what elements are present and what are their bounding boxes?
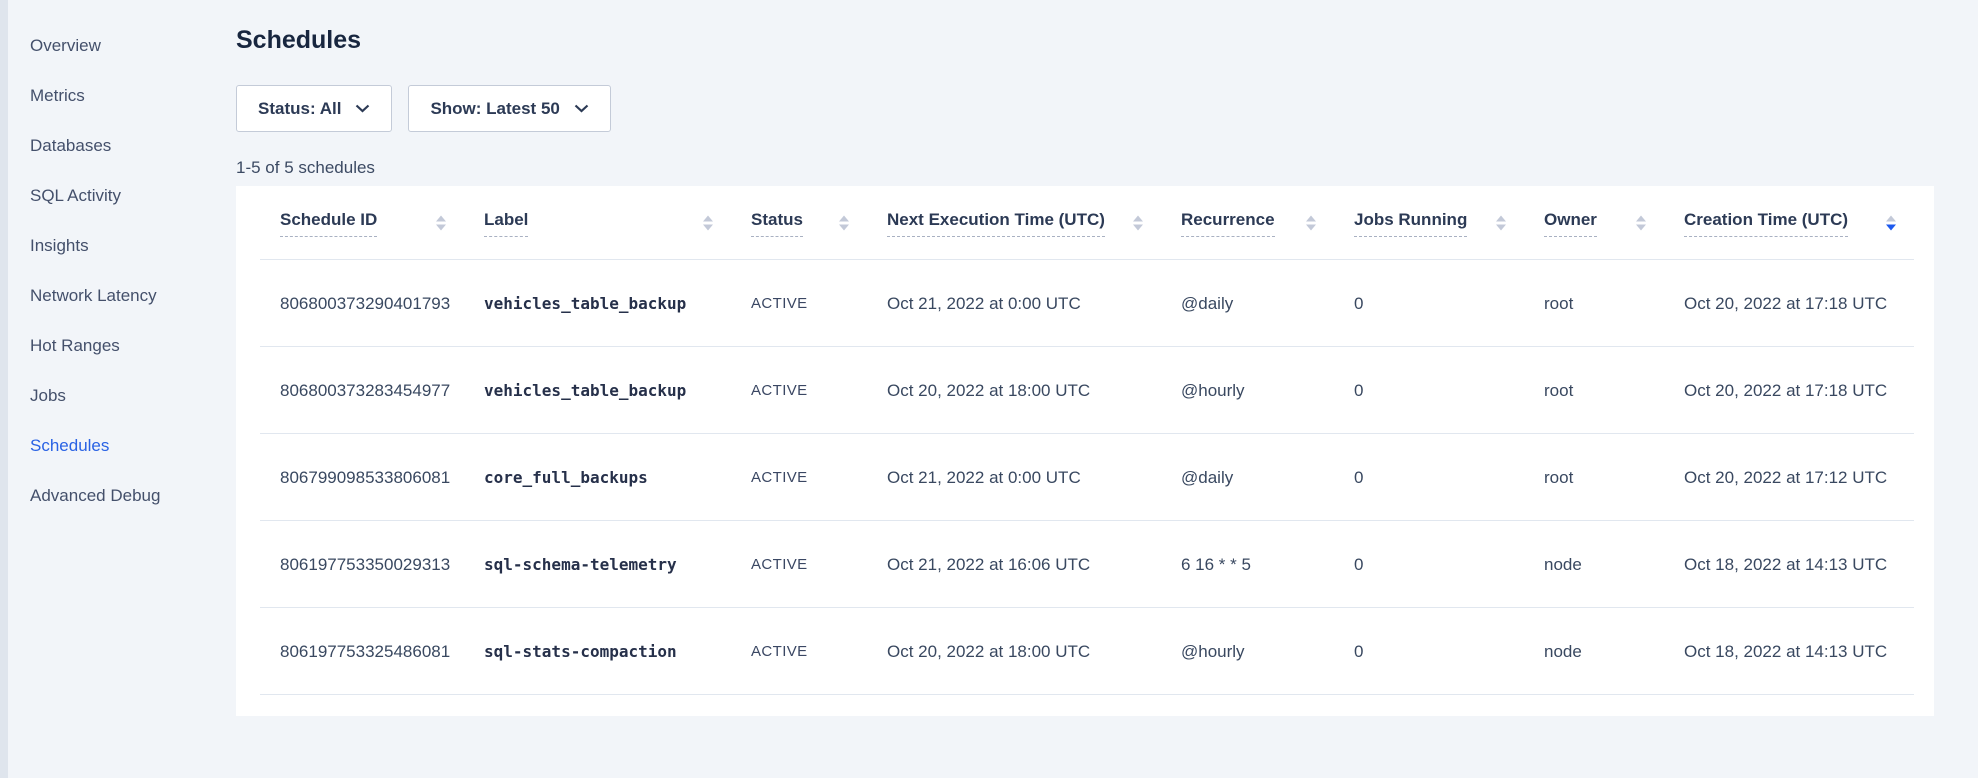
column-header-label: Owner <box>1544 210 1597 237</box>
table-row: 806197753325486081 sql-stats-compaction … <box>236 608 1934 695</box>
sort-arrows-icon <box>1496 216 1506 231</box>
cell-schedule-id: 806197753350029313 <box>236 521 484 608</box>
cell-status: ACTIVE <box>751 347 887 434</box>
cell-status: ACTIVE <box>751 608 887 695</box>
table-row: 806799098533806081 core_full_backups ACT… <box>236 434 1934 521</box>
table-row: 806800373283454977 vehicles_table_backup… <box>236 347 1934 434</box>
chevron-down-icon <box>574 104 589 113</box>
sort-arrows-icon <box>436 216 446 231</box>
sort-arrow-down-active-icon <box>1886 216 1896 231</box>
column-header-label: Status <box>751 210 803 237</box>
cell-next-execution: Oct 20, 2022 at 18:00 UTC <box>887 608 1181 695</box>
schedules-table: Schedule ID Label Status Next Execution … <box>236 186 1934 716</box>
filter-bar: Status: All Show: Latest 50 <box>236 85 611 132</box>
cell-schedule-id: 806799098533806081 <box>236 434 484 521</box>
sidebar-item-databases[interactable]: Databases <box>8 121 236 171</box>
cell-status: ACTIVE <box>751 521 887 608</box>
sidebar-nav: Overview Metrics Databases SQL Activity … <box>8 0 236 521</box>
sort-arrows-icon <box>1636 216 1646 231</box>
column-header-jobs-running[interactable]: Jobs Running <box>1354 186 1544 260</box>
cell-schedule-id: 806800373290401793 <box>236 260 484 347</box>
sort-arrows-icon <box>839 216 849 231</box>
table-header-row: Schedule ID Label Status Next Execution … <box>236 186 1934 260</box>
cell-recurrence: 6 16 * * 5 <box>1181 521 1354 608</box>
column-header-owner[interactable]: Owner <box>1544 186 1684 260</box>
cell-recurrence: @daily <box>1181 434 1354 521</box>
cell-label: vehicles_table_backup <box>484 347 751 434</box>
cell-status: ACTIVE <box>751 260 887 347</box>
sort-arrows-icon <box>703 216 713 231</box>
cell-recurrence: @hourly <box>1181 608 1354 695</box>
sort-arrows-icon <box>1133 216 1143 231</box>
column-header-label: Creation Time (UTC) <box>1684 210 1848 237</box>
cell-next-execution: Oct 21, 2022 at 16:06 UTC <box>887 521 1181 608</box>
sort-arrows-icon <box>1306 216 1316 231</box>
cell-next-execution: Oct 21, 2022 at 0:00 UTC <box>887 260 1181 347</box>
sidebar-item-sql-activity[interactable]: SQL Activity <box>8 171 236 221</box>
column-header-label: Jobs Running <box>1354 210 1467 237</box>
column-header-schedule-id[interactable]: Schedule ID <box>236 186 484 260</box>
cell-label: sql-stats-compaction <box>484 608 751 695</box>
sidebar-item-hot-ranges[interactable]: Hot Ranges <box>8 321 236 371</box>
results-count: 1-5 of 5 schedules <box>236 158 375 178</box>
window-left-edge <box>0 0 8 778</box>
cell-jobs-running: 0 <box>1354 260 1544 347</box>
cell-creation-time: Oct 20, 2022 at 17:12 UTC <box>1684 434 1934 521</box>
cell-owner: root <box>1544 347 1684 434</box>
cell-owner: node <box>1544 608 1684 695</box>
cell-label: sql-schema-telemetry <box>484 521 751 608</box>
column-header-next-execution[interactable]: Next Execution Time (UTC) <box>887 186 1181 260</box>
page-title: Schedules <box>236 26 361 55</box>
column-header-recurrence[interactable]: Recurrence <box>1181 186 1354 260</box>
column-header-label: Next Execution Time (UTC) <box>887 210 1105 237</box>
sidebar-item-overview[interactable]: Overview <box>8 21 236 71</box>
cell-owner: root <box>1544 434 1684 521</box>
cell-owner: node <box>1544 521 1684 608</box>
sidebar-item-metrics[interactable]: Metrics <box>8 71 236 121</box>
sidebar-item-jobs[interactable]: Jobs <box>8 371 236 421</box>
cell-recurrence: @hourly <box>1181 347 1354 434</box>
sidebar-item-network-latency[interactable]: Network Latency <box>8 271 236 321</box>
status-filter-label: Status: All <box>258 99 341 119</box>
chevron-down-icon <box>355 104 370 113</box>
cell-jobs-running: 0 <box>1354 521 1544 608</box>
column-header-label: Label <box>484 210 528 237</box>
column-header-status[interactable]: Status <box>751 186 887 260</box>
table-row: 806800373290401793 vehicles_table_backup… <box>236 260 1934 347</box>
column-header-label: Recurrence <box>1181 210 1275 237</box>
column-header-label: Schedule ID <box>280 210 377 237</box>
show-filter-label: Show: Latest 50 <box>430 99 559 119</box>
cell-schedule-id: 806800373283454977 <box>236 347 484 434</box>
cell-creation-time: Oct 20, 2022 at 17:18 UTC <box>1684 347 1934 434</box>
status-filter-dropdown[interactable]: Status: All <box>236 85 392 132</box>
cell-schedule-id: 806197753325486081 <box>236 608 484 695</box>
column-header-label[interactable]: Label <box>484 186 751 260</box>
cell-label: vehicles_table_backup <box>484 260 751 347</box>
cell-next-execution: Oct 20, 2022 at 18:00 UTC <box>887 347 1181 434</box>
cell-jobs-running: 0 <box>1354 608 1544 695</box>
cell-label: core_full_backups <box>484 434 751 521</box>
show-filter-dropdown[interactable]: Show: Latest 50 <box>408 85 610 132</box>
sidebar-item-insights[interactable]: Insights <box>8 221 236 271</box>
cell-creation-time: Oct 18, 2022 at 14:13 UTC <box>1684 608 1934 695</box>
cell-status: ACTIVE <box>751 434 887 521</box>
cell-recurrence: @daily <box>1181 260 1354 347</box>
sidebar-item-advanced-debug[interactable]: Advanced Debug <box>8 471 236 521</box>
cell-jobs-running: 0 <box>1354 347 1544 434</box>
cell-jobs-running: 0 <box>1354 434 1544 521</box>
column-header-creation-time[interactable]: Creation Time (UTC) <box>1684 186 1934 260</box>
cell-next-execution: Oct 21, 2022 at 0:00 UTC <box>887 434 1181 521</box>
table-row: 806197753350029313 sql-schema-telemetry … <box>236 521 1934 608</box>
cell-creation-time: Oct 20, 2022 at 17:18 UTC <box>1684 260 1934 347</box>
cell-creation-time: Oct 18, 2022 at 14:13 UTC <box>1684 521 1934 608</box>
cell-owner: root <box>1544 260 1684 347</box>
sidebar-item-schedules[interactable]: Schedules <box>8 421 236 471</box>
